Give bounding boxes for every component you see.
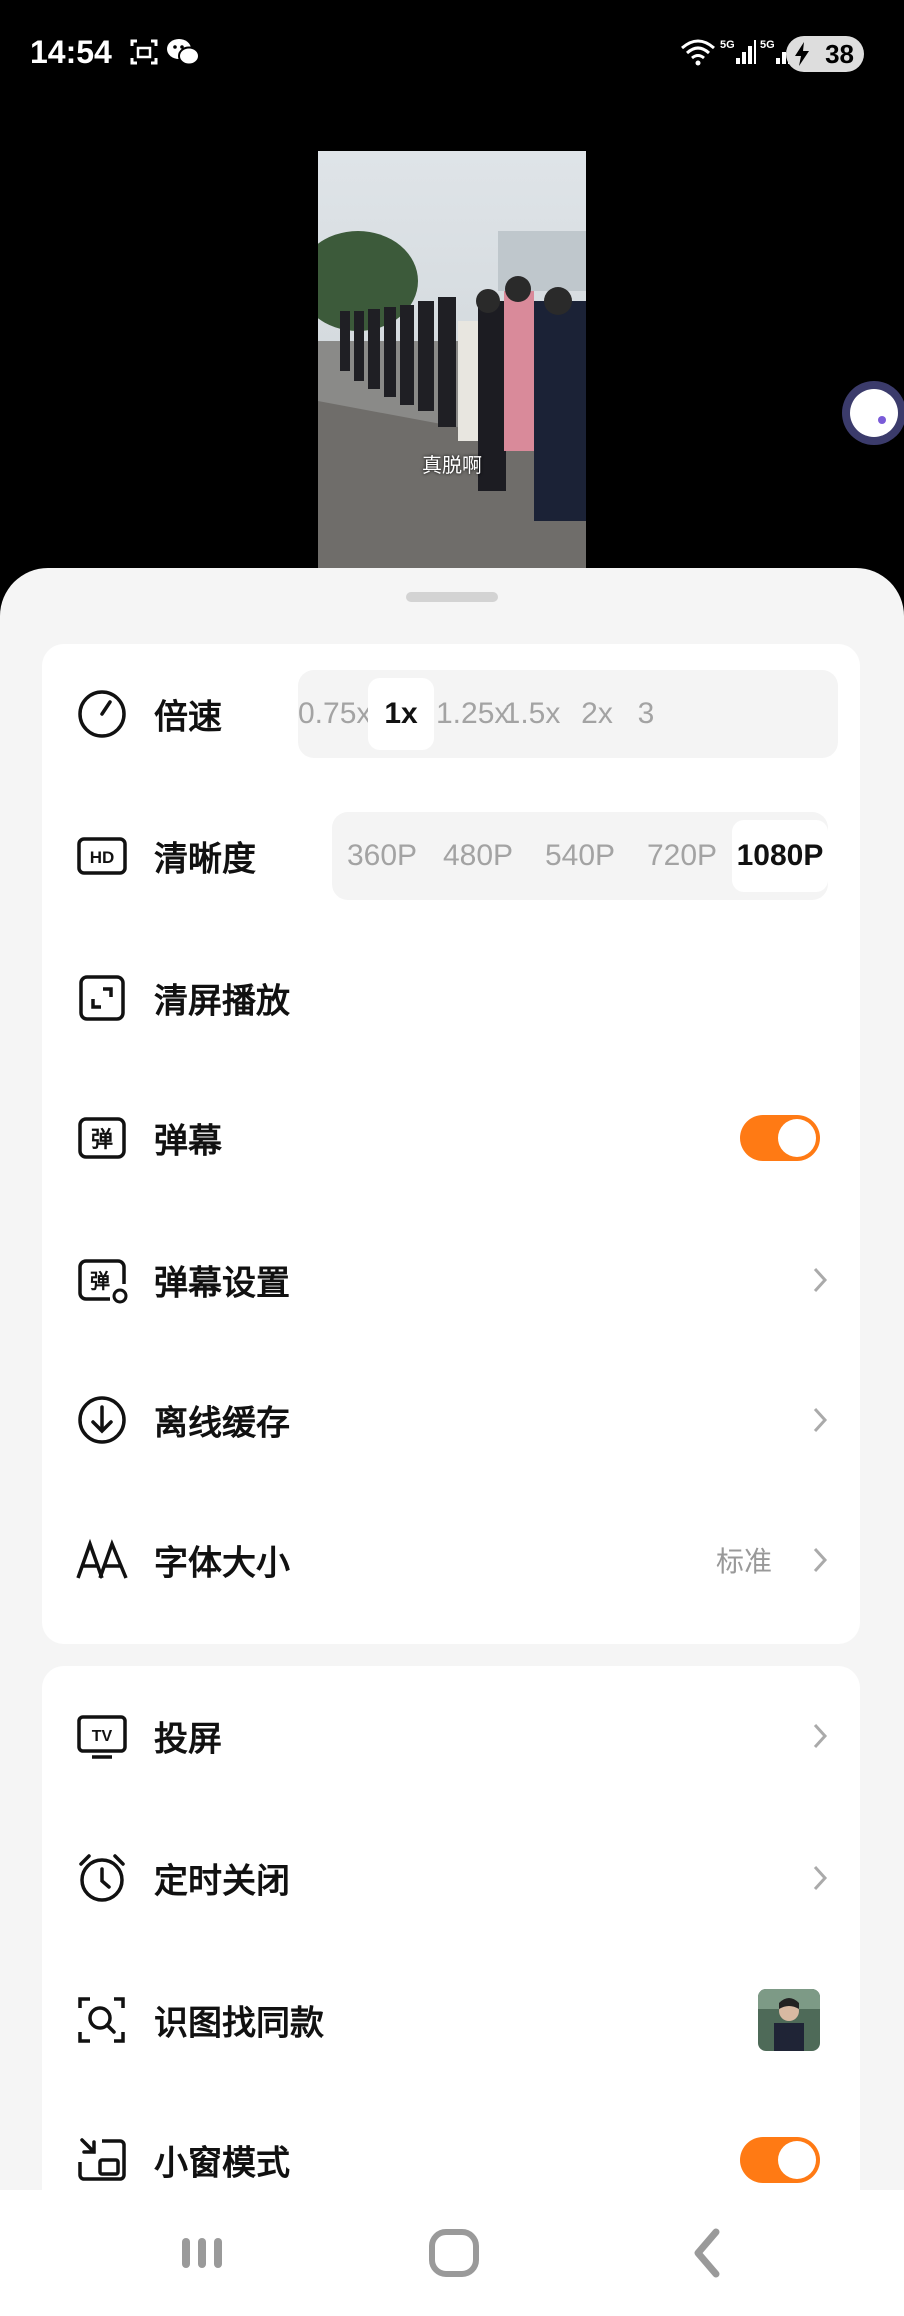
speed-option[interactable]: 1.5x xyxy=(501,678,563,750)
row-image-search[interactable]: 识图找同款 xyxy=(42,1950,860,2090)
toggle-knob xyxy=(778,2141,816,2179)
row-quality: HD 清晰度 360P 480P 540P 720P 1080P xyxy=(42,786,860,926)
wifi-icon xyxy=(681,39,715,66)
offline-cache-label: 离线缓存 xyxy=(154,1403,290,1444)
playback-settings-card: 倍速 0.75x 1x 1.25x 1.5x 2x 3 HD 清晰度 360P … xyxy=(42,644,860,1644)
svg-text:HD: HD xyxy=(90,848,115,867)
home-icon[interactable] xyxy=(414,2220,494,2286)
recent-apps-icon[interactable] xyxy=(162,2220,242,2286)
speed-option[interactable]: 2x xyxy=(566,678,628,750)
svg-text:5G: 5G xyxy=(720,39,735,51)
battery-indicator: 38 xyxy=(786,36,864,72)
quality-label: 清晰度 xyxy=(154,839,256,880)
svg-text:弹: 弹 xyxy=(91,1128,113,1153)
danmaku-icon: 弹 xyxy=(78,1117,126,1159)
font-size-icon xyxy=(76,1538,128,1579)
timer-label: 定时关闭 xyxy=(154,1861,290,1902)
row-speed: 倍速 0.75x 1x 1.25x 1.5x 2x 3 xyxy=(42,644,860,784)
toggle-knob xyxy=(778,1119,816,1157)
pip-toggle[interactable] xyxy=(740,2137,820,2183)
signal-5g-icon: 5G xyxy=(720,39,756,64)
fullscreen-icon xyxy=(79,975,125,1021)
cast-label: 投屏 xyxy=(154,1719,222,1760)
speedometer-icon xyxy=(78,690,126,738)
speed-label: 倍速 xyxy=(154,697,222,738)
font-size-label: 字体大小 xyxy=(154,1543,290,1584)
hd-icon: HD xyxy=(77,837,127,875)
font-size-value: 标准 xyxy=(715,1545,772,1578)
chevron-right-icon xyxy=(813,1865,828,1891)
picture-in-picture-icon xyxy=(78,2138,126,2181)
quality-option[interactable]: 720P xyxy=(636,820,728,892)
floating-assistant-icon[interactable] xyxy=(834,378,904,448)
svg-text:5G: 5G xyxy=(760,39,775,51)
image-search-thumbnail[interactable] xyxy=(758,1989,820,2051)
row-font-size[interactable]: 字体大小 标准 xyxy=(42,1490,860,1630)
chevron-right-icon xyxy=(813,1407,828,1433)
alarm-clock-icon xyxy=(79,1854,125,1902)
chevron-right-icon xyxy=(813,1723,828,1749)
back-icon[interactable] xyxy=(670,2220,750,2286)
row-cast[interactable]: TV 投屏 xyxy=(42,1666,860,1806)
screenshot-icon xyxy=(130,39,158,65)
speed-option[interactable]: 0.75x xyxy=(298,678,371,750)
drag-handle[interactable] xyxy=(406,592,498,602)
pip-label: 小窗模式 xyxy=(154,2143,290,2184)
battery-level: 38 xyxy=(825,39,854,69)
thumbnail-image xyxy=(758,1989,820,2051)
quality-option-selected[interactable]: 1080P xyxy=(732,820,828,892)
image-search-icon xyxy=(78,1997,125,2043)
chevron-right-icon xyxy=(813,1547,828,1573)
speed-option-selected[interactable]: 1x xyxy=(368,678,434,750)
quality-option[interactable]: 540P xyxy=(534,820,626,892)
quality-selector[interactable]: 360P 480P 540P 720P 1080P xyxy=(332,812,828,900)
quality-option[interactable]: 360P xyxy=(336,820,428,892)
speed-option[interactable]: 3 xyxy=(631,678,661,750)
video-subtitle: 真脱啊 xyxy=(422,453,482,477)
charging-icon xyxy=(795,42,809,66)
video-preview[interactable]: 真脱啊 xyxy=(318,151,586,569)
chevron-right-icon xyxy=(813,1267,828,1293)
system-navigation-bar xyxy=(0,2190,904,2316)
row-timer[interactable]: 定时关闭 xyxy=(42,1808,860,1948)
speed-selector[interactable]: 0.75x 1x 1.25x 1.5x 2x 3 xyxy=(298,670,838,758)
tools-card: TV 投屏 定时关闭 识图找同款 小窗模式 xyxy=(42,1666,860,2226)
row-clear-screen[interactable]: 清屏播放 xyxy=(42,928,860,1068)
row-danmaku: 弹 弹幕 xyxy=(42,1068,860,1208)
wechat-icon xyxy=(167,39,200,66)
status-bar: 14:54 5G 5G 38 xyxy=(0,0,904,110)
settings-sheet: 倍速 0.75x 1x 1.25x 1.5x 2x 3 HD 清晰度 360P … xyxy=(0,568,904,2316)
quality-option[interactable]: 480P xyxy=(432,820,524,892)
svg-text:弹: 弹 xyxy=(90,1269,110,1293)
clear-screen-label: 清屏播放 xyxy=(154,981,290,1022)
danmaku-label: 弹幕 xyxy=(154,1121,222,1162)
status-time: 14:54 xyxy=(30,34,112,70)
row-danmaku-settings[interactable]: 弹 弹幕设置 xyxy=(42,1210,860,1350)
row-offline-cache[interactable]: 离线缓存 xyxy=(42,1350,860,1490)
danmaku-settings-icon: 弹 xyxy=(78,1259,128,1304)
danmaku-settings-label: 弹幕设置 xyxy=(154,1263,290,1304)
svg-text:TV: TV xyxy=(92,1728,113,1745)
image-search-label: 识图找同款 xyxy=(154,2003,324,2044)
tv-cast-icon: TV xyxy=(77,1715,127,1759)
download-icon xyxy=(78,1396,126,1444)
speed-option[interactable]: 1.25x xyxy=(436,678,509,750)
danmaku-toggle[interactable] xyxy=(740,1115,820,1161)
video-frame xyxy=(318,151,586,569)
